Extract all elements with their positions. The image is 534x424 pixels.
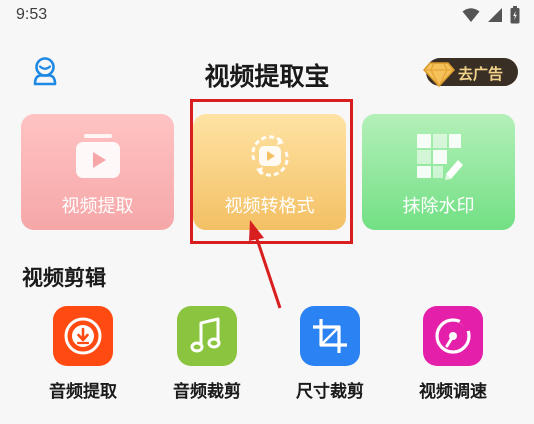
battery-icon (510, 6, 520, 24)
music-note-icon (190, 317, 221, 353)
audio-extract-tool[interactable]: 音频提取 (33, 306, 133, 406)
video-extract-label: 视频提取 (61, 196, 134, 217)
size-crop-tool[interactable]: 尺寸裁剪 (280, 306, 380, 406)
status-icons (462, 6, 520, 24)
video-editing-section-title: 视频剪辑 (22, 266, 106, 290)
status-bar: 9:53 (0, 0, 534, 30)
video-speed-tile (423, 306, 483, 366)
signal-icon (488, 8, 502, 22)
status-time: 9:53 (16, 6, 48, 23)
watermark-erase-icon (416, 134, 463, 180)
wifi-icon (462, 8, 480, 22)
audio-trim-tool[interactable]: 音频裁剪 (157, 306, 257, 406)
remove-ads-button[interactable]: 去广告 (422, 58, 518, 88)
audio-download-icon (64, 317, 102, 355)
size-crop-tile (300, 306, 360, 366)
video-play-icon (75, 134, 120, 178)
video-speed-tool[interactable]: 视频调速 (403, 306, 503, 406)
audio-extract-tile (53, 306, 113, 366)
audio-extract-label: 音频提取 (49, 382, 117, 402)
crop-icon (313, 319, 347, 353)
diamond-icon (422, 62, 456, 88)
audio-trim-label: 音频裁剪 (173, 382, 241, 402)
watermark-erase-card[interactable]: 抹除水印 (362, 114, 515, 230)
size-crop-label: 尺寸裁剪 (296, 382, 364, 402)
watermark-erase-label: 抹除水印 (402, 196, 475, 217)
audio-trim-tile (177, 306, 237, 366)
video-extract-card[interactable]: 视频提取 (21, 114, 174, 230)
video-speed-label: 视频调速 (419, 382, 487, 402)
speed-dial-icon (435, 318, 471, 354)
remove-ads-label: 去广告 (458, 65, 504, 83)
header: 视频提取宝 去广告 (0, 48, 534, 96)
annotation-arrow-icon (249, 220, 282, 309)
